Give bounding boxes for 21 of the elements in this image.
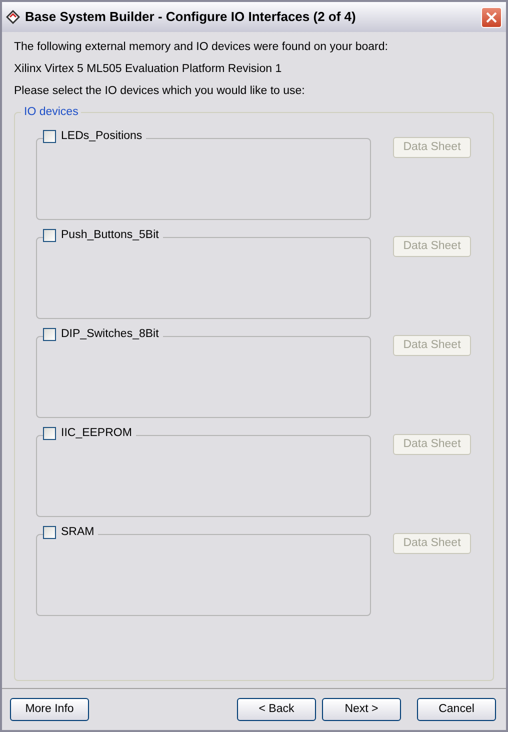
footer-button[interactable]: More Info xyxy=(10,698,89,721)
info-text: Please select the IO devices which you would like to use: xyxy=(14,84,306,99)
checkbox[interactable] xyxy=(43,526,56,538)
footer-button[interactable]: < Back xyxy=(237,698,316,721)
checkbox[interactable] xyxy=(43,426,56,440)
checkbox[interactable] xyxy=(43,328,56,340)
info-text: Xilinx Virtex 5 ML505 Evaluation Platform Revision 1 xyxy=(14,62,283,77)
checkbox[interactable] xyxy=(43,130,56,142)
info-text: The following external memory and IO devices were found on your board: xyxy=(14,40,389,55)
checkbox[interactable] xyxy=(43,228,56,242)
app-icon xyxy=(6,10,20,24)
device-name: SRAM xyxy=(61,525,94,539)
close-icon xyxy=(486,12,497,22)
window-title: Base System Builder - Configure IO Interfaces (2 of 4) xyxy=(25,8,357,26)
device-name: LEDs_Positions xyxy=(61,129,142,143)
footer-button[interactable]: Next > xyxy=(322,698,401,721)
footer-button[interactable]: Cancel xyxy=(417,698,496,721)
device-name: Push_Buttons_5Bit xyxy=(61,228,159,242)
device-name: DIP_Switches_8Bit xyxy=(61,327,159,341)
close-button[interactable] xyxy=(481,6,502,28)
device-name: IIC_EEPROM xyxy=(61,426,132,440)
